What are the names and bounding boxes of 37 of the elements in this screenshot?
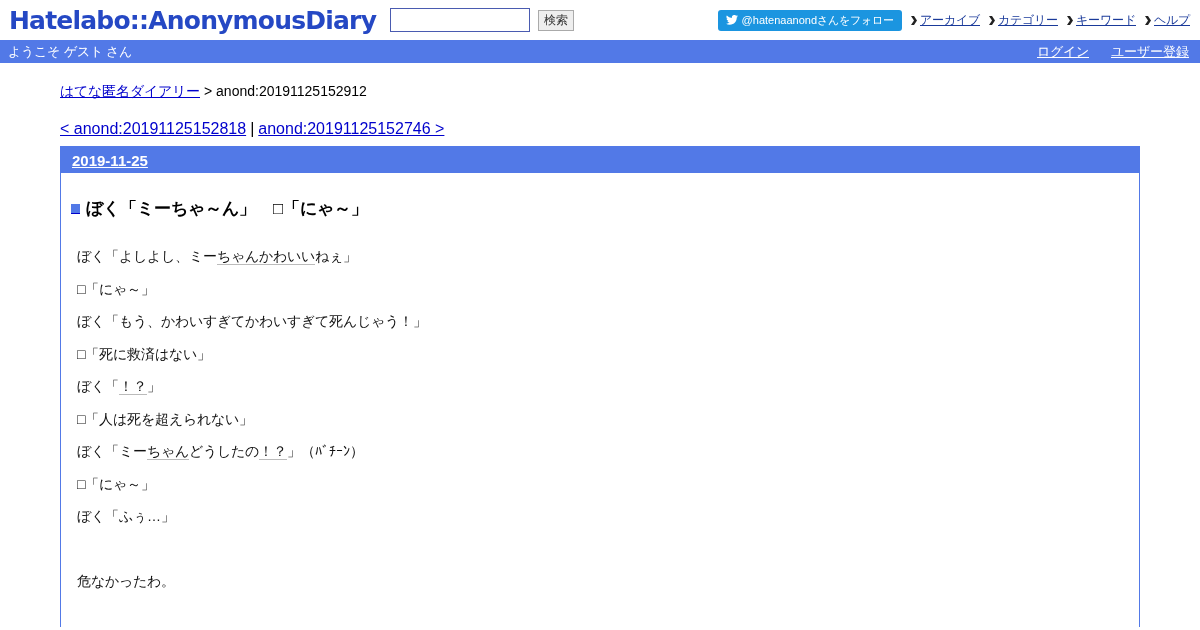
search-field[interactable] (390, 8, 531, 32)
user-link[interactable]: ログイン (1037, 42, 1089, 61)
paragraph: ぼく「！？」 (77, 378, 162, 397)
entry-title: ぼく「ミーちゃ～ん」 □「にゃ～」 (86, 198, 369, 220)
keyword-link[interactable]: ちゃん (147, 443, 189, 460)
user-link[interactable]: ユーザー登録 (1111, 42, 1189, 61)
paragraph: □「人は死を超えられない」 (77, 410, 255, 429)
keyword-link[interactable]: ！？ (119, 378, 147, 395)
paragraph: ぼく「ふぅ…」 (77, 508, 176, 526)
nav-link[interactable]: カテゴリー (998, 11, 1058, 29)
arrow-icon (1145, 15, 1151, 25)
pager-separator: | (250, 120, 255, 138)
square-icon[interactable] (71, 203, 80, 214)
search-button[interactable]: 検索 (538, 9, 575, 31)
nav-link[interactable]: アーカイブ (920, 11, 980, 29)
site-logo[interactable]: Hatelabo::AnonymousDiary (9, 5, 377, 35)
keyword-link[interactable]: ！？ (259, 443, 287, 460)
paragraph: □「にゃ～」 (77, 280, 157, 299)
paragraph: 危なかったわ。 (77, 573, 176, 591)
paragraph: ぼく「ミーちゃん どうしたの！？」（ﾊﾞﾁｰﾝ） (77, 443, 365, 462)
keyword-link[interactable]: ちゃんかわいい (217, 248, 315, 265)
paragraph: ぼく「よしよし、ミーちゃんかわいいねぇ」 (77, 248, 358, 267)
breadcrumb-current: > anond:20191125152912 (204, 83, 367, 101)
previous-link[interactable]: < anond:20191125152818 (60, 120, 247, 138)
paragraph: □「にゃ～」 (77, 475, 157, 494)
welcome-text: ようこそ ゲスト さん (8, 42, 133, 61)
nav-link[interactable]: ヘルプ (1154, 11, 1190, 29)
bird-icon (725, 15, 738, 25)
nav-link[interactable]: キーワード (1076, 11, 1136, 29)
arrow-icon (1067, 15, 1073, 25)
next-link[interactable]: anond:20191125152746 > (258, 120, 445, 138)
date-link[interactable]: 2019-11-25 (72, 151, 148, 169)
paragraph: ぼく「もう、かわいすぎてかわいすぎて死んじゃう！」 (77, 313, 428, 331)
breadcrumb-link[interactable]: はてな匿名ダイアリー (60, 83, 200, 101)
paragraph: □「死に救済はない」 (77, 345, 213, 364)
arrow-icon (911, 15, 917, 25)
arrow-icon (989, 15, 995, 25)
